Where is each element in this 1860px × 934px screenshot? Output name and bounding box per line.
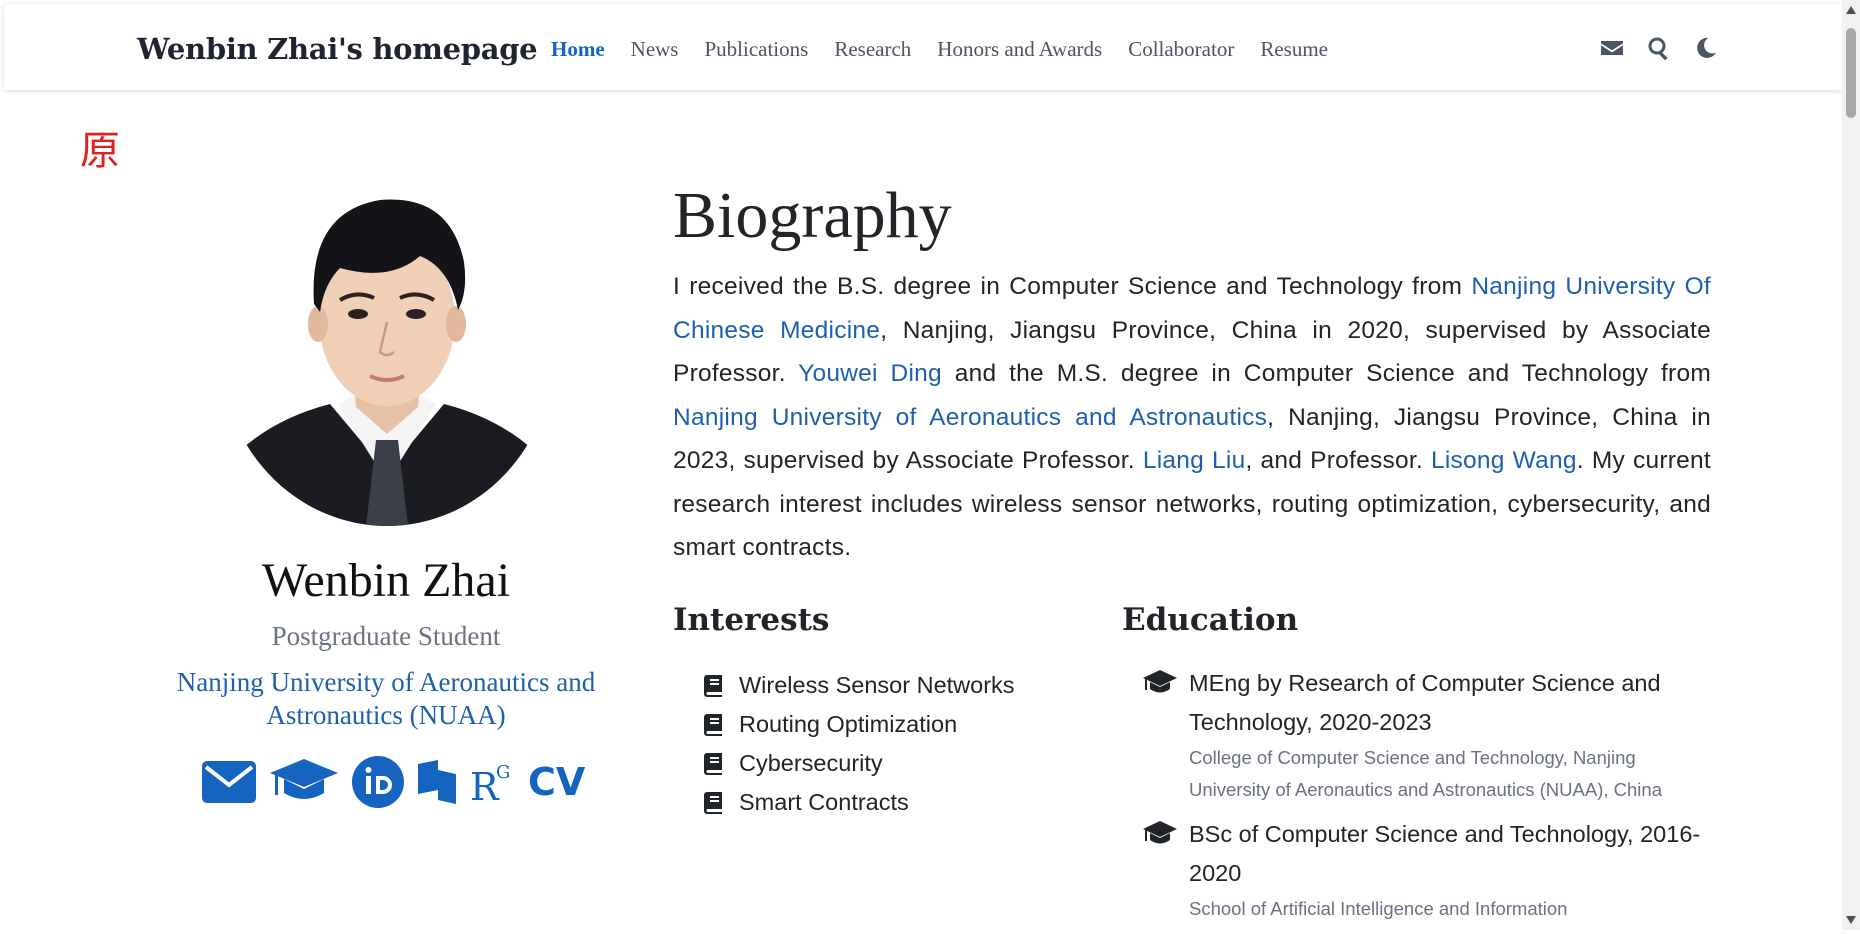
search-icon[interactable] (1647, 36, 1671, 61)
nav-home[interactable]: Home (551, 37, 605, 62)
nav-research[interactable]: Research (834, 37, 911, 62)
link-nuaa[interactable]: Nanjing University of Aeronautics and As… (673, 404, 1267, 431)
profile-organization-link[interactable]: Nanjing University of Aeronautics and As… (150, 666, 622, 732)
education-degree: BSc of Computer Science and Technology, … (1189, 821, 1701, 886)
list-item: Cybersecurity (704, 744, 1015, 783)
link-lisong-wang[interactable]: Lisong Wang (1431, 447, 1577, 474)
bio-text-segment: I received the B.S. degree in Computer S… (673, 273, 1472, 300)
interests-list: Wireless Sensor Networks Routing Optimiz… (704, 666, 1015, 822)
corner-glyph[interactable]: 原 (80, 118, 120, 176)
list-item: Wireless Sensor Networks (704, 666, 1015, 705)
nav-resume[interactable]: Resume (1260, 37, 1328, 62)
envelope-icon[interactable] (1600, 36, 1624, 60)
scroll-down-arrow[interactable] (1846, 916, 1856, 924)
profile-name: Wenbin Zhai (261, 554, 511, 607)
nav-links: Home News Publications Research Honors a… (551, 37, 1354, 62)
book-icon (704, 674, 722, 697)
list-item: Smart Contracts (704, 783, 1015, 822)
interest-label: Cybersecurity (739, 750, 883, 776)
nav-collaborator[interactable]: Collaborator (1128, 37, 1234, 62)
scroll-thumb[interactable] (1846, 28, 1856, 118)
list-item: MEng by Research of Computer Science and… (1143, 664, 1703, 806)
bio-text-segment: , and Professor. (1245, 447, 1431, 474)
bio-text-segment: and the M.S. degree in Computer Science … (941, 360, 1711, 387)
orcid-icon[interactable] (352, 756, 404, 808)
education-title: Education (1122, 602, 1299, 638)
researchgate-icon[interactable]: RG (470, 760, 514, 804)
link-youwei-ding[interactable]: Youwei Ding (798, 360, 942, 387)
svg-text:G: G (496, 762, 510, 783)
nav-news[interactable]: News (631, 37, 679, 62)
education-list: MEng by Research of Computer Science and… (1143, 664, 1703, 934)
interest-label: Smart Contracts (739, 789, 909, 815)
link-liang-liu[interactable]: Liang Liu (1143, 447, 1246, 474)
education-degree: MEng by Research of Computer Science and… (1189, 670, 1661, 735)
nav-honors-awards[interactable]: Honors and Awards (937, 37, 1102, 62)
dblp-icon[interactable] (418, 760, 456, 804)
graduation-cap-icon (1143, 821, 1177, 925)
biography-title: Biography (673, 179, 952, 252)
book-icon (704, 791, 722, 814)
graduation-cap-icon (1143, 670, 1177, 806)
page-scrollbar[interactable] (1842, 0, 1860, 930)
social-links: RG CV (202, 756, 585, 808)
book-icon (704, 713, 722, 736)
top-navbar: Wenbin Zhai's homepage Home News Publica… (4, 4, 1842, 90)
list-item: Routing Optimization (704, 705, 1015, 744)
nav-publications[interactable]: Publications (704, 37, 808, 62)
book-icon (704, 752, 722, 775)
interest-label: Wireless Sensor Networks (739, 672, 1015, 698)
biography-text: I received the B.S. degree in Computer S… (673, 265, 1711, 570)
nav-icons (1600, 36, 1718, 61)
education-institution: School of Artificial Intelligence and In… (1189, 898, 1568, 919)
profile-role: Postgraduate Student (271, 621, 501, 651)
education-institution: College of Computer Science and Technolo… (1189, 747, 1662, 800)
site-brand[interactable]: Wenbin Zhai's homepage (137, 32, 538, 66)
interests-title: Interests (673, 602, 830, 638)
scroll-up-arrow[interactable] (1846, 6, 1856, 14)
graduation-cap-icon[interactable] (270, 759, 338, 805)
cv-icon[interactable]: CV (528, 760, 585, 804)
moon-icon[interactable] (1694, 36, 1718, 60)
list-item: BSc of Computer Science and Technology, … (1143, 815, 1703, 925)
interest-label: Routing Optimization (739, 711, 958, 737)
avatar (220, 172, 554, 526)
email-icon[interactable] (202, 761, 256, 803)
